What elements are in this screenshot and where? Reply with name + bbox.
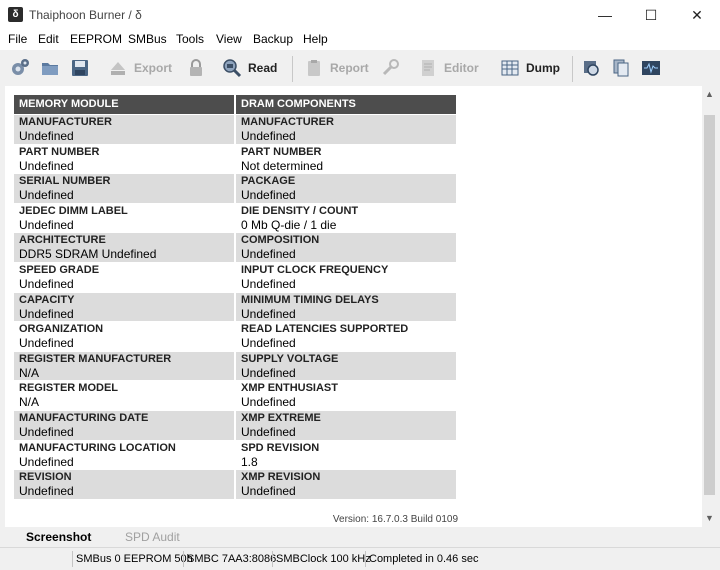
table-row: SUPPLY VOLTAGE Undefined xyxy=(236,350,456,381)
table-row: SERIAL NUMBER Undefined xyxy=(14,173,234,203)
table-row: DIE DENSITY / COUNT 0 Mb Q-die / 1 die xyxy=(236,202,456,233)
table-row: COMPOSITION Undefined xyxy=(236,232,456,262)
status-completed: Completed in 0.46 sec xyxy=(365,551,478,567)
scroll-up-arrow-icon[interactable]: ▲ xyxy=(702,86,717,103)
status-clock: SMBClock 100 kHz xyxy=(272,551,371,567)
memory-module-table: MEMORY MODULE MANUFACTURER Undefined PART… xyxy=(14,95,234,499)
tab-spd-audit[interactable]: SPD Audit xyxy=(125,530,180,544)
lock-icon xyxy=(190,59,202,76)
dram-components-header: DRAM COMPONENTS xyxy=(236,95,456,114)
menu-help[interactable]: Help xyxy=(303,32,328,46)
table-row: REGISTER MANUFACTURER N/A xyxy=(14,350,234,381)
title-bar: δ Thaiphoon Burner / δ — ☐ ✕ xyxy=(0,0,720,30)
menu-file[interactable]: File xyxy=(8,32,27,46)
lock-button[interactable] xyxy=(186,56,206,80)
export-button[interactable]: Export xyxy=(108,56,172,80)
menu-smbus[interactable]: SMBus xyxy=(128,32,167,46)
table-row: SPEED GRADE Undefined xyxy=(14,261,234,292)
scroll-down-arrow-icon[interactable]: ▼ xyxy=(702,510,717,527)
export-label: Export xyxy=(134,61,173,75)
minimize-button[interactable]: — xyxy=(582,0,628,30)
table-row: MANUFACTURER Undefined xyxy=(14,114,234,144)
gears-icon xyxy=(12,59,29,75)
read-button[interactable]: Read xyxy=(222,56,277,80)
report-button[interactable]: Report xyxy=(304,56,369,80)
table-row: REGISTER MODEL N/A xyxy=(14,380,234,410)
report-label: Report xyxy=(330,61,369,75)
table-row: PART NUMBER Undefined xyxy=(14,143,234,174)
table-row: ARCHITECTURE DDR5 SDRAM Undefined xyxy=(14,232,234,262)
magnifier-chip-icon xyxy=(223,59,242,78)
table-row: MANUFACTURER Undefined xyxy=(236,114,456,144)
toolbar-separator xyxy=(572,56,573,82)
window-title: Thaiphoon Burner / δ xyxy=(29,8,142,22)
table-row: XMP REVISION Undefined xyxy=(236,469,456,499)
table-row: CAPACITY Undefined xyxy=(14,291,234,322)
copy-button[interactable] xyxy=(611,56,631,80)
table-row: ORGANIZATION Undefined xyxy=(14,321,234,351)
open-button[interactable] xyxy=(40,56,60,80)
menu-eeprom[interactable]: EEPROM xyxy=(70,32,122,46)
menu-bar: File Edit EEPROM SMBus Tools View Backup… xyxy=(0,30,720,50)
chip-search-icon xyxy=(584,61,599,76)
app-logo-icon: δ xyxy=(8,7,23,22)
close-button[interactable]: ✕ xyxy=(674,0,720,30)
table-row: PART NUMBER Not determined xyxy=(236,143,456,174)
maximize-button[interactable]: ☐ xyxy=(628,0,674,30)
document-edit-icon xyxy=(422,60,434,76)
vertical-scrollbar[interactable]: ▲ ▼ xyxy=(702,86,717,527)
menu-view[interactable]: View xyxy=(216,32,242,46)
status-smbc: SMBC 7AA3:8086 xyxy=(183,551,276,567)
documents-icon xyxy=(613,59,629,77)
settings-button[interactable] xyxy=(10,56,30,80)
dram-components-table: DRAM COMPONENTS MANUFACTURER Undefined PA… xyxy=(236,95,456,499)
status-smbus: SMBus 0 EEPROM 50h xyxy=(72,551,193,567)
table-row: XMP EXTREME Undefined xyxy=(236,409,456,440)
table-row: XMP ENTHUSIAST Undefined xyxy=(236,380,456,410)
toolbar-separator xyxy=(292,56,293,82)
status-bar: SMBus 0 EEPROM 50h SMBC 7AA3:8086 SMBClo… xyxy=(0,547,720,570)
table-row: READ LATENCIES SUPPORTED Undefined xyxy=(236,321,456,351)
floppy-disk-icon xyxy=(72,60,88,76)
content-panel: MEMORY MODULE MANUFACTURER Undefined PART… xyxy=(5,86,702,527)
table-row: PACKAGE Undefined xyxy=(236,173,456,203)
bottom-tabs: Screenshot SPD Audit xyxy=(0,527,720,547)
save-button[interactable] xyxy=(70,56,90,80)
version-text: Version: 16.7.0.3 Build 0109 xyxy=(332,514,458,525)
monitor-button[interactable] xyxy=(641,56,661,80)
read-label: Read xyxy=(248,61,278,75)
table-row: MINIMUM TIMING DELAYS Undefined xyxy=(236,291,456,322)
wrench-icon xyxy=(382,59,399,76)
table-row: JEDEC DIMM LABEL Undefined xyxy=(14,202,234,233)
chip-info-button[interactable] xyxy=(581,56,601,80)
hex-grid-icon xyxy=(501,60,519,76)
dump-label: Dump xyxy=(526,61,560,75)
table-row: INPUT CLOCK FREQUENCY Undefined xyxy=(236,261,456,292)
menu-backup[interactable]: Backup xyxy=(253,32,293,46)
table-row: MANUFACTURING DATE Undefined xyxy=(14,409,234,440)
table-row: REVISION Undefined xyxy=(14,469,234,499)
waveform-monitor-icon xyxy=(642,61,660,75)
editor-button[interactable]: Editor xyxy=(418,56,479,80)
table-row: SPD REVISION 1.8 xyxy=(236,439,456,470)
export-icon xyxy=(111,62,125,75)
tab-screenshot[interactable]: Screenshot xyxy=(26,530,91,544)
editor-label: Editor xyxy=(444,61,479,75)
clipboard-icon xyxy=(308,60,320,76)
memory-module-header: MEMORY MODULE xyxy=(14,95,234,114)
folder-icon xyxy=(42,63,58,75)
scroll-thumb[interactable] xyxy=(704,115,715,495)
menu-edit[interactable]: Edit xyxy=(38,32,59,46)
toolbar: Export Read Report Editor Dump xyxy=(0,50,720,86)
table-row: MANUFACTURING LOCATION Undefined xyxy=(14,439,234,470)
dump-button[interactable]: Dump xyxy=(500,56,560,80)
menu-tools[interactable]: Tools xyxy=(176,32,204,46)
tools-button[interactable] xyxy=(380,56,400,80)
